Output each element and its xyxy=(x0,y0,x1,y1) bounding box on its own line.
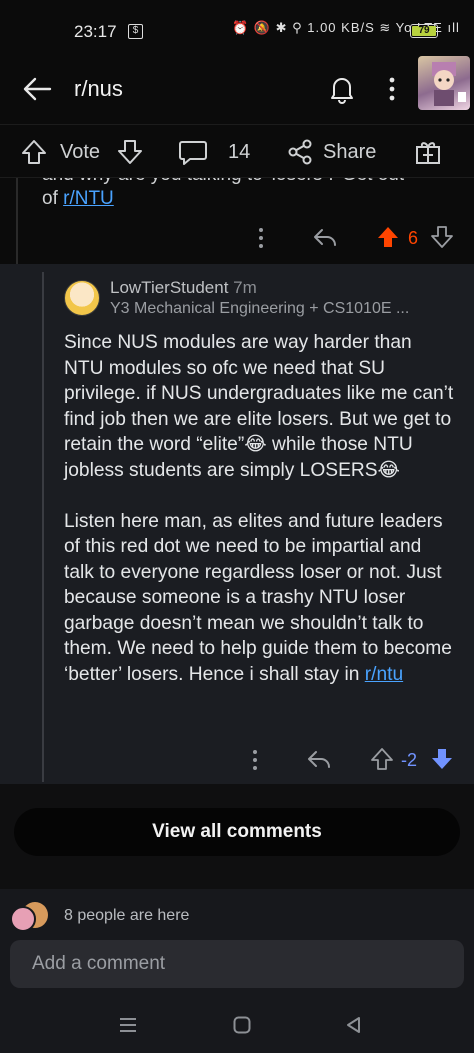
back-triangle-icon[interactable] xyxy=(344,1015,362,1035)
downvote-active-icon[interactable] xyxy=(430,747,454,771)
top-app-bar: r/nus xyxy=(0,60,474,124)
reply-thread-line xyxy=(42,272,44,782)
comment-paragraph: Since NUS modules are way harder than NT… xyxy=(64,332,454,481)
comment-count: 14 xyxy=(228,141,251,163)
share-label[interactable]: Share xyxy=(323,141,376,164)
comment-paragraph-with-link: Listen here man, as elites and future le… xyxy=(64,509,454,688)
reply-score: -2 xyxy=(401,750,418,770)
add-comment-input[interactable]: Add a comment xyxy=(10,940,464,988)
comment-bubble-icon[interactable] xyxy=(178,139,208,167)
reply-more-icon[interactable] xyxy=(250,748,260,772)
comment-more-icon[interactable] xyxy=(256,226,266,250)
comment-header: LowTierStudent 7m xyxy=(110,278,257,298)
post-action-bar: Vote 14 Share xyxy=(0,124,474,178)
user-flair: Y3 Mechanical Engineering + CS1010E ... xyxy=(110,300,410,317)
subreddit-link-ntu-lower[interactable]: r/ntu xyxy=(365,664,403,685)
downvote-icon[interactable] xyxy=(430,225,454,249)
view-all-comments-button[interactable]: View all comments xyxy=(14,808,460,856)
parent-comment-score: 6 xyxy=(408,228,419,248)
home-icon[interactable] xyxy=(232,1015,252,1035)
reply-icon[interactable] xyxy=(312,226,338,248)
page-title: r/nus xyxy=(74,76,123,101)
comment-username[interactable]: LowTierStudent xyxy=(110,278,228,297)
subreddit-link-ntu[interactable]: r/NTU xyxy=(63,188,114,209)
shopping-bag-icon: $ xyxy=(128,24,143,39)
presence-avatar xyxy=(10,906,36,932)
recent-apps-icon[interactable] xyxy=(118,1016,138,1034)
avatar-illustration xyxy=(432,62,466,106)
back-arrow-icon[interactable] xyxy=(22,76,52,102)
upvote-active-icon[interactable] xyxy=(376,225,400,249)
award-gift-icon[interactable] xyxy=(414,138,442,166)
comment-paragraph-text: Listen here man, as elites and future le… xyxy=(64,510,452,685)
reply-upvote-icon[interactable] xyxy=(370,747,394,771)
bell-icon[interactable] xyxy=(328,74,356,104)
more-options-icon[interactable] xyxy=(388,76,396,102)
share-icon[interactable] xyxy=(286,138,314,166)
parent-comment-text: of r/NTU xyxy=(42,188,114,210)
presence-avatars xyxy=(10,902,54,932)
battery-icon: 79 xyxy=(410,24,438,38)
reply-to-reply-icon[interactable] xyxy=(306,748,332,770)
parent-comment-prefix: of xyxy=(42,188,64,209)
user-avatar[interactable] xyxy=(418,56,470,110)
status-time: 23:17 xyxy=(74,22,117,41)
commenter-avatar[interactable] xyxy=(64,280,100,316)
comment-body: Since NUS modules are way harder than NT… xyxy=(64,330,454,687)
thread-line xyxy=(16,178,18,264)
battery-level: 79 xyxy=(412,26,436,36)
upvote-icon[interactable] xyxy=(20,138,48,166)
comment-age: 7m xyxy=(233,278,257,297)
downvote-icon[interactable] xyxy=(116,138,144,166)
presence-text: 8 people are here xyxy=(64,907,190,924)
vote-label: Vote xyxy=(60,141,101,163)
status-bar: 23:17 $ ⏰ 🔕 ✱ ⚲ 1.00 KB/S ≋ Yo LTE ıll 7… xyxy=(0,0,474,60)
system-nav-bar xyxy=(0,1000,474,1053)
